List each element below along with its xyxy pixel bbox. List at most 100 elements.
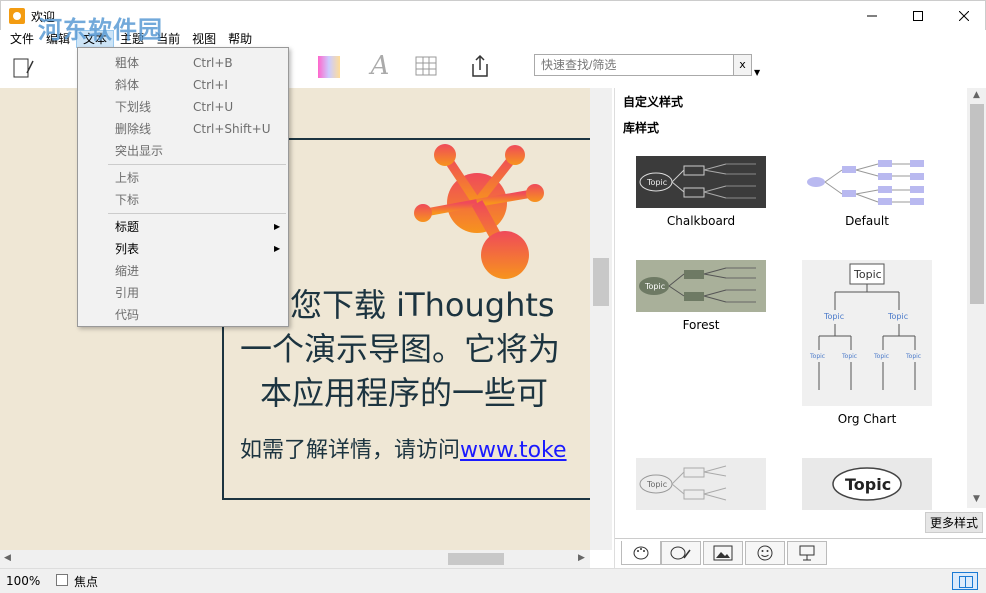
tab-presentation[interactable] bbox=[787, 541, 827, 565]
search-input[interactable] bbox=[534, 54, 734, 76]
style-forest[interactable]: Topic Forest bbox=[631, 260, 771, 332]
style-panel-scroll-thumb[interactable] bbox=[970, 104, 984, 304]
smiley-icon bbox=[757, 545, 773, 561]
font-button[interactable]: A bbox=[366, 51, 394, 81]
zoom-level[interactable]: 100% bbox=[6, 574, 40, 588]
status-bar: 100% 焦点 bbox=[0, 568, 986, 593]
menu-item-heading[interactable]: 标题 ▶ bbox=[78, 216, 288, 238]
svg-text:Topic: Topic bbox=[644, 282, 665, 291]
doc-text-line-4: 如需了解详情，请访问www.toke bbox=[240, 432, 567, 464]
svg-text:Topic: Topic bbox=[646, 480, 667, 489]
ithoughts-logo-icon bbox=[414, 144, 544, 279]
menu-item-highlight[interactable]: 突出显示 bbox=[78, 140, 288, 162]
library-styles-header[interactable]: 库样式 bbox=[623, 119, 659, 136]
style-org-chart[interactable]: Topic Topic Topic Topic Topic Topic Topi… bbox=[797, 260, 937, 426]
menu-current[interactable]: 当前 bbox=[150, 30, 186, 48]
scroll-right-icon[interactable]: ▶ bbox=[578, 553, 585, 563]
menu-item-code[interactable]: 代码 bbox=[78, 304, 288, 326]
presentation-icon bbox=[799, 545, 815, 561]
table-icon bbox=[415, 56, 437, 76]
menu-item-strikethrough[interactable]: 删除线 Ctrl+Shift+U bbox=[78, 118, 288, 140]
style-chalkboard-label: Chalkboard bbox=[666, 214, 736, 228]
canvas-vertical-scrollbar[interactable] bbox=[590, 88, 612, 550]
custom-styles-header[interactable]: 自定义样式 bbox=[623, 93, 683, 110]
menu-file[interactable]: 文件 bbox=[4, 30, 40, 48]
text-menu-dropdown: 粗体 Ctrl+B 斜体 Ctrl+I 下划线 Ctrl+U 删除线 Ctrl+Shif… bbox=[77, 47, 289, 327]
color-gradient-icon bbox=[318, 56, 340, 78]
default-thumbnail bbox=[802, 156, 932, 208]
style-chalkboard[interactable]: Topic Chalkboard bbox=[631, 156, 771, 228]
title-bar: 欢迎 bbox=[0, 0, 986, 30]
style-panel-scrollbar[interactable]: ▲ ▼ bbox=[967, 88, 986, 508]
tab-styles[interactable] bbox=[621, 541, 661, 565]
table-button[interactable] bbox=[412, 52, 440, 80]
canvas-hscroll-thumb[interactable] bbox=[448, 553, 504, 565]
menu-item-underline[interactable]: 下划线 Ctrl+U bbox=[78, 96, 288, 118]
forest-thumbnail: Topic bbox=[636, 260, 766, 312]
svg-text:Topic: Topic bbox=[823, 312, 844, 321]
menu-separator bbox=[108, 164, 286, 165]
panel-tabs bbox=[615, 538, 986, 566]
palette-wrench-icon bbox=[670, 546, 691, 560]
search-clear-button[interactable]: x bbox=[734, 54, 752, 76]
svg-text:Topic: Topic bbox=[845, 475, 891, 494]
menu-text[interactable]: 文本 bbox=[76, 30, 115, 48]
search-options-icon[interactable]: ▼ bbox=[754, 68, 760, 77]
grey-sketch-thumbnail: Topic bbox=[636, 458, 766, 510]
focus-label: 焦点 bbox=[74, 575, 99, 589]
menu-item-list[interactable]: 列表 ▶ bbox=[78, 238, 288, 260]
window-title: 欢迎 bbox=[31, 10, 56, 24]
svg-text:Topic: Topic bbox=[841, 353, 857, 360]
bubble-thumbnail: Topic bbox=[802, 458, 932, 510]
style-bubble[interactable]: Topic bbox=[797, 458, 937, 510]
close-button[interactable] bbox=[941, 1, 986, 31]
new-document-button[interactable] bbox=[8, 52, 36, 80]
canvas-horizontal-scrollbar[interactable]: ◀ ▶ bbox=[0, 550, 590, 568]
style-default[interactable]: Default bbox=[797, 156, 937, 228]
share-button[interactable] bbox=[466, 52, 494, 80]
minimize-button[interactable] bbox=[849, 1, 895, 31]
website-link[interactable]: www.toke bbox=[460, 438, 567, 463]
menu-item-indent[interactable]: 缩进 bbox=[78, 260, 288, 282]
split-view-icon[interactable] bbox=[952, 572, 978, 590]
menu-separator bbox=[108, 213, 286, 214]
app-icon bbox=[9, 8, 25, 24]
menu-view[interactable]: 视图 bbox=[186, 30, 222, 48]
menu-item-superscript[interactable]: 上标 bbox=[78, 167, 288, 189]
scroll-down-icon[interactable]: ▼ bbox=[973, 494, 980, 504]
tab-images[interactable] bbox=[703, 541, 743, 565]
scroll-left-icon[interactable]: ◀ bbox=[4, 553, 11, 563]
style-org-chart-label: Org Chart bbox=[837, 412, 897, 426]
menu-topic[interactable]: 主题 bbox=[114, 30, 150, 48]
palette-icon bbox=[633, 546, 649, 559]
tab-custom-style[interactable] bbox=[661, 541, 701, 565]
more-styles-button[interactable]: 更多样式 bbox=[925, 512, 984, 533]
svg-text:Topic: Topic bbox=[646, 178, 667, 187]
menu-item-quote[interactable]: 引用 bbox=[78, 282, 288, 304]
scroll-up-icon[interactable]: ▲ bbox=[973, 90, 980, 100]
svg-text:Topic: Topic bbox=[873, 353, 889, 360]
color-picker-button[interactable] bbox=[314, 52, 342, 80]
tab-emoji[interactable] bbox=[745, 541, 785, 565]
style-forest-label: Forest bbox=[682, 318, 720, 332]
menu-edit[interactable]: 编辑 bbox=[40, 30, 76, 48]
doc-text-line-3: 本应用程序的一些可 bbox=[260, 374, 549, 412]
doc-text-line-2: 一个演示导图。它将为 bbox=[240, 330, 561, 368]
doc-text-visit: 如需了解详情，请访问 bbox=[240, 438, 461, 463]
org-chart-thumbnail: Topic Topic Topic Topic Topic Topic Topi… bbox=[802, 260, 932, 406]
focus-checkbox[interactable] bbox=[56, 574, 68, 586]
style-panel: 自定义样式 库样式 Topic Chalkboard Default Topic… bbox=[614, 88, 986, 568]
maximize-button[interactable] bbox=[895, 1, 941, 31]
style-grey-sketch[interactable]: Topic bbox=[631, 458, 771, 510]
menu-help[interactable]: 帮助 bbox=[222, 30, 258, 48]
svg-text:Topic: Topic bbox=[809, 353, 825, 360]
menu-item-subscript[interactable]: 下标 bbox=[78, 189, 288, 211]
menu-item-italic[interactable]: 斜体 Ctrl+I bbox=[78, 74, 288, 96]
submenu-arrow-icon: ▶ bbox=[274, 222, 281, 231]
canvas-vscroll-thumb[interactable] bbox=[593, 258, 609, 306]
maximize-icon bbox=[913, 11, 923, 21]
menu-item-bold[interactable]: 粗体 Ctrl+B bbox=[78, 52, 288, 74]
style-default-label: Default bbox=[845, 214, 889, 228]
minimize-icon bbox=[867, 15, 877, 17]
menu-bar: 文件 编辑 文本 主题 当前 视图 帮助 bbox=[0, 30, 986, 48]
